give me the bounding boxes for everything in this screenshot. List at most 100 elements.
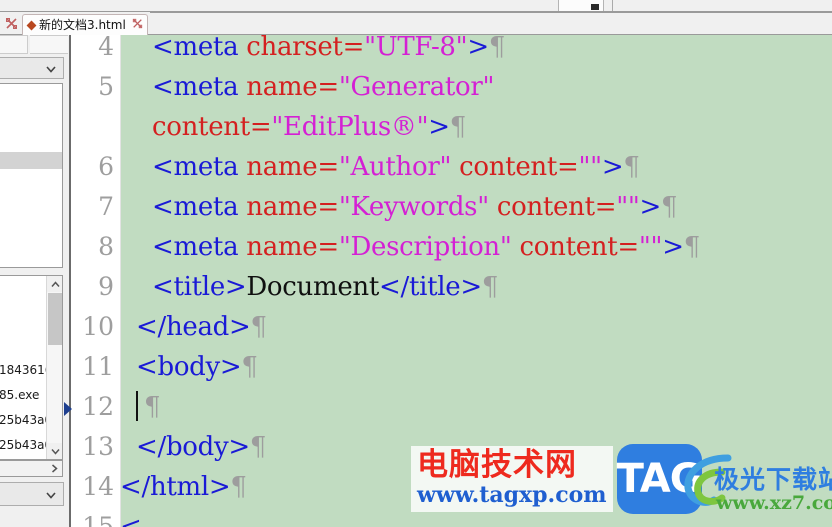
horizontal-scrollbar[interactable] <box>0 460 63 477</box>
code-token-pil: ¶ <box>241 352 258 382</box>
code-token-tagc: <meta <box>152 232 247 262</box>
directory-combobox[interactable] <box>0 57 64 79</box>
code-token-val: "Generator" <box>338 72 495 102</box>
code-line-content: < <box>122 507 142 527</box>
close-all-tabs-icon[interactable] <box>5 17 18 30</box>
code-line[interactable]: ¶ <box>122 387 832 427</box>
panel-fragment-right <box>30 35 68 54</box>
watermark-tagxp: 电脑技术网 www.tagxp.com TAG <box>411 443 703 515</box>
code-token-pil: ¶ <box>488 35 506 62</box>
code-token-attr: name= <box>246 192 339 222</box>
code-token-attr: name= <box>246 152 339 182</box>
list-item[interactable]: 1843616 <box>0 358 47 383</box>
code-token-pil: ¶ <box>449 112 467 142</box>
list-item[interactable] <box>0 254 62 267</box>
watermark-tagxp-title: 电脑技术网 <box>417 447 577 483</box>
line-number: 6 <box>98 152 114 181</box>
line-number: 9 <box>98 272 114 301</box>
list-item[interactable] <box>0 237 62 254</box>
line-number: 14 <box>82 472 114 501</box>
code-token-pil: ¶ <box>249 432 267 462</box>
code-line[interactable]: <meta name="Description" content="">¶ <box>122 227 832 267</box>
list-item-selected[interactable] <box>0 152 62 169</box>
scroll-right-icon[interactable] <box>46 461 62 476</box>
list-item[interactable] <box>0 135 62 152</box>
code-token-txt: Document <box>246 272 380 302</box>
code-token-tagc: <meta <box>152 152 247 182</box>
line-number: 4 <box>98 35 114 61</box>
close-icon[interactable] <box>132 18 143 32</box>
list-item[interactable]: 25b43a0 <box>0 408 47 433</box>
code-token-pil: ¶ <box>623 152 640 182</box>
code-token-tagc: <meta <box>152 72 247 102</box>
code-token-tagc: <body> <box>136 352 242 382</box>
code-token-tagc: < <box>122 512 142 527</box>
line-number: 7 <box>98 192 114 221</box>
code-token-pil: ¶ <box>683 232 701 262</box>
code-line-content: </html>¶ <box>122 467 247 507</box>
code-token-tagc: <title> <box>152 272 247 302</box>
code-token-attr: content= <box>152 112 272 142</box>
application-window: 新的文档3.html 184361 85.exe 25b43a 25b43a 4… <box>0 0 832 527</box>
toolbar-button-fragment[interactable] <box>558 0 604 11</box>
file-list-lower[interactable]: 1843616 85.exe 25b43a0 25b43a0 <box>0 275 63 460</box>
scroll-up-icon[interactable] <box>47 276 62 292</box>
code-token-attr: name= <box>246 72 339 102</box>
code-line-content: <title>Document</title>¶ <box>152 267 498 307</box>
editor-tab-active[interactable]: 新的文档3.html <box>22 14 148 35</box>
list-item[interactable] <box>0 220 62 237</box>
list-item[interactable] <box>0 101 62 118</box>
code-token-val: "UTF-8" <box>364 35 468 62</box>
list-item[interactable] <box>0 118 62 135</box>
file-list-upper[interactable] <box>0 83 63 268</box>
code-token-val: "EditPlus®" <box>271 112 429 142</box>
code-token-val: "Author" <box>338 152 452 182</box>
code-token-attr: content= <box>488 192 617 222</box>
line-number: 8 <box>98 232 114 261</box>
code-line-content: </head>¶ <box>136 307 267 347</box>
code-token-tagc: <meta <box>152 192 247 222</box>
vertical-scrollbar[interactable] <box>46 276 62 459</box>
panel-fragment-left <box>0 35 28 54</box>
chevron-down-icon <box>45 488 57 500</box>
code-token-pil: ¶ <box>250 312 268 342</box>
code-line[interactable]: content="EditPlus®">¶ <box>122 107 832 147</box>
code-line-content: <body>¶ <box>136 347 258 387</box>
code-token-attr: name= <box>246 232 339 262</box>
code-token-attr: charset= <box>246 35 365 62</box>
list-item[interactable] <box>0 84 62 101</box>
line-number: 11 <box>82 352 114 381</box>
code-token-tagc: </head> <box>136 312 251 342</box>
scrollbar-thumb[interactable] <box>48 293 62 345</box>
code-token-val: "Keywords" <box>338 192 489 222</box>
file-entry-list: 1843616 85.exe 25b43a0 25b43a0 <box>0 358 47 458</box>
code-line[interactable]: </head>¶ <box>122 307 832 347</box>
list-item[interactable]: 25b43a0 <box>0 433 47 458</box>
list-item[interactable]: 85.exe <box>0 383 47 408</box>
line-number: 10 <box>82 312 114 341</box>
code-token-pil: ¶ <box>230 472 247 502</box>
watermark-xz7: 极光下载站 www.xz7.com <box>684 452 832 524</box>
code-token-tagc: </html> <box>122 472 231 502</box>
watermark-tagxp-text: 电脑技术网 www.tagxp.com <box>411 446 613 512</box>
line-number: 12 <box>82 392 114 421</box>
line-number: 5 <box>98 72 114 101</box>
code-line[interactable]: <meta charset="UTF-8">¶ <box>122 35 832 67</box>
code-token-val: "" <box>578 152 603 182</box>
code-line[interactable]: <meta name="Generator" <box>122 67 832 107</box>
code-token-attr: content= <box>451 152 579 182</box>
list-item[interactable] <box>0 169 62 186</box>
code-token-val: "" <box>638 232 663 262</box>
line-number: 15 <box>82 512 114 527</box>
code-line[interactable]: <body>¶ <box>122 347 832 387</box>
annotation-arrow-icon <box>64 402 72 416</box>
code-line[interactable]: <meta name="Keywords" content="">¶ <box>122 187 832 227</box>
filter-combobox[interactable] <box>0 482 64 506</box>
code-line[interactable]: <title>Document</title>¶ <box>122 267 832 307</box>
scroll-down-icon[interactable] <box>47 443 62 459</box>
list-item[interactable] <box>0 186 62 203</box>
list-item[interactable] <box>0 203 62 220</box>
code-line[interactable]: <meta name="Author" content="">¶ <box>122 147 832 187</box>
code-token-tagc: > <box>467 35 489 62</box>
code-token-tagc: > <box>428 112 450 142</box>
